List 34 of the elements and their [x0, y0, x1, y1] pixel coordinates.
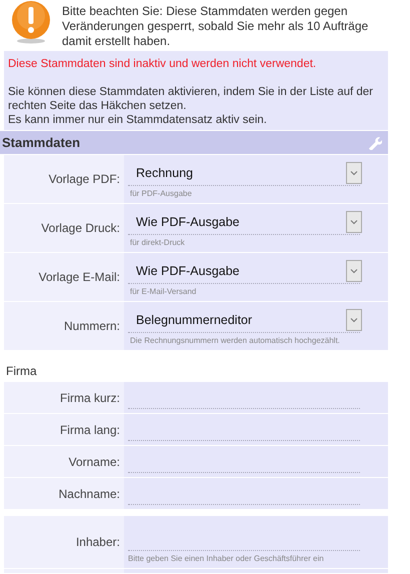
- dropdown-field[interactable]: Wie PDF-Ausgabe: [128, 210, 360, 235]
- section-title: Stammdaten: [2, 135, 80, 150]
- dropdown-field[interactable]: Wie PDF-Ausgabe: [128, 259, 360, 284]
- info-text: Sie können diese Stammdaten aktivieren, indem Sie in der Liste auf der rechten Seite das Häkchen setzen.: [8, 85, 374, 113]
- dropdown-field[interactable]: Belegnummerneditor: [128, 308, 360, 333]
- field-label: Vorlage PDF:: [4, 155, 124, 203]
- field-label: Vorname:: [4, 446, 124, 477]
- field-hint: für direkt-Druck: [129, 237, 186, 249]
- caret-icon: [350, 170, 358, 176]
- caret-icon: [350, 268, 358, 274]
- field-label: Vorlage E-Mail:: [4, 253, 124, 301]
- inactive-warning: Diese Stammdaten sind inaktiv und werden nicht verwendet.: [8, 57, 318, 71]
- field-label: Nachname:: [4, 478, 124, 509]
- warning-icon: [10, 0, 52, 44]
- wrench-icon[interactable]: [367, 135, 382, 150]
- field-label: Firma kurz:: [4, 382, 124, 413]
- dropdown-button[interactable]: [346, 309, 362, 331]
- dropdown-field[interactable]: Rechnung: [128, 161, 360, 186]
- group-heading: Firma: [6, 364, 37, 378]
- dropdown-button[interactable]: [346, 162, 362, 184]
- field-label: Firma lang:: [4, 414, 124, 445]
- info-text: Es kann immer nur ein Stammdatensatz aktiv sein.: [8, 113, 268, 127]
- field-label: Nummern:: [4, 302, 124, 350]
- dropdown-button[interactable]: [346, 211, 362, 233]
- field-hint: Bitte geben Sie einen Inhaber oder Geschäftsführer ein: [128, 553, 325, 565]
- notice-text: Bitte beachten Sie: Diese Stammdaten werden gegen Veränderungen gesperrt, sobald Sie mehr als 10 Aufträge damit erstellt haben.: [62, 4, 370, 49]
- field-hint: für E-Mail-Versand: [129, 286, 198, 298]
- field-hint: Die Rechnungsnummern werden automatisch hochgezählt.: [129, 335, 341, 347]
- field-hint: für PDF-Ausgabe: [129, 188, 193, 200]
- field-label: Inhaber:: [4, 516, 124, 568]
- field-label: Vorlage Druck:: [4, 204, 124, 252]
- caret-icon: [350, 219, 358, 225]
- dropdown-button[interactable]: [346, 260, 362, 282]
- caret-icon: [350, 317, 358, 323]
